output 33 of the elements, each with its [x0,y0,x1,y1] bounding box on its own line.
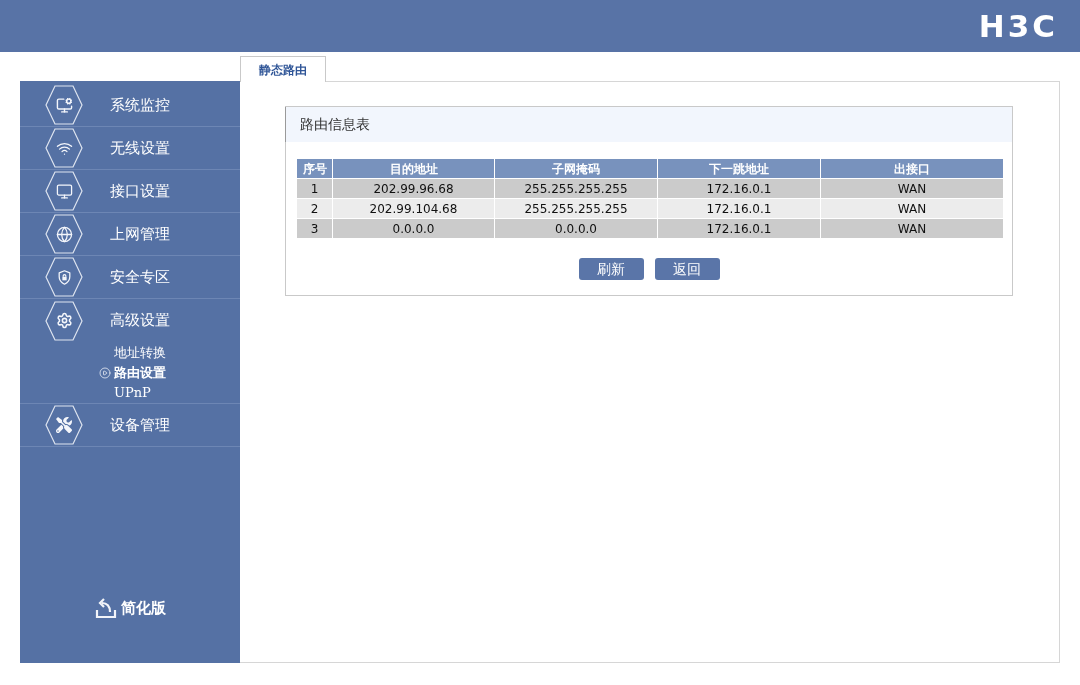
column-header: 序号 [296,158,333,179]
column-header: 子网掩码 [494,158,658,179]
submenu-link[interactable]: 路由设置 [114,365,166,381]
sidebar-menu-item[interactable]: 安全专区 [20,256,240,298]
sidebar-menu-item[interactable]: 高级设置 [20,299,240,342]
column-header: 下一跳地址 [657,158,821,179]
column-header: 出接口 [820,158,1004,179]
shield-lock-hexagon-icon [45,257,83,297]
gear-hexagon-icon [45,300,83,341]
table-cell: 3 [296,218,333,239]
sidebar-menu-item[interactable]: 系统监控 [20,84,240,126]
wifi-hexagon-icon [45,128,83,168]
table-cell: 1 [296,178,333,199]
column-header: 目的地址 [332,158,495,179]
sidebar-menu-item[interactable]: 上网管理 [20,213,240,255]
sidebar-menu-item[interactable]: 接口设置 [20,170,240,212]
sidebar-menu-item[interactable]: 无线设置 [20,127,240,169]
tools-hexagon-icon [45,405,83,445]
monitor-hexagon-icon [45,171,83,211]
action-button[interactable]: 返回 [654,258,720,280]
panel-title: 路由信息表 [285,107,1012,142]
brand-logo: H3C [978,10,1058,42]
simple-version-link[interactable]: 简化版 [121,596,166,619]
globe-hexagon-icon [45,214,83,254]
monitor-gear-hexagon-icon [45,85,83,125]
tray-arrow-icon [95,596,117,619]
submenu-link[interactable]: UPnP [114,385,151,401]
submenu-link[interactable]: 地址转换 [114,345,166,361]
table-cell: 2 [296,198,333,219]
action-button[interactable]: 刷新 [578,258,644,280]
tab[interactable]: 静态路由 [240,56,326,82]
play-circle-icon [99,367,111,379]
sidebar-menu-item[interactable]: 设备管理 [20,404,240,446]
